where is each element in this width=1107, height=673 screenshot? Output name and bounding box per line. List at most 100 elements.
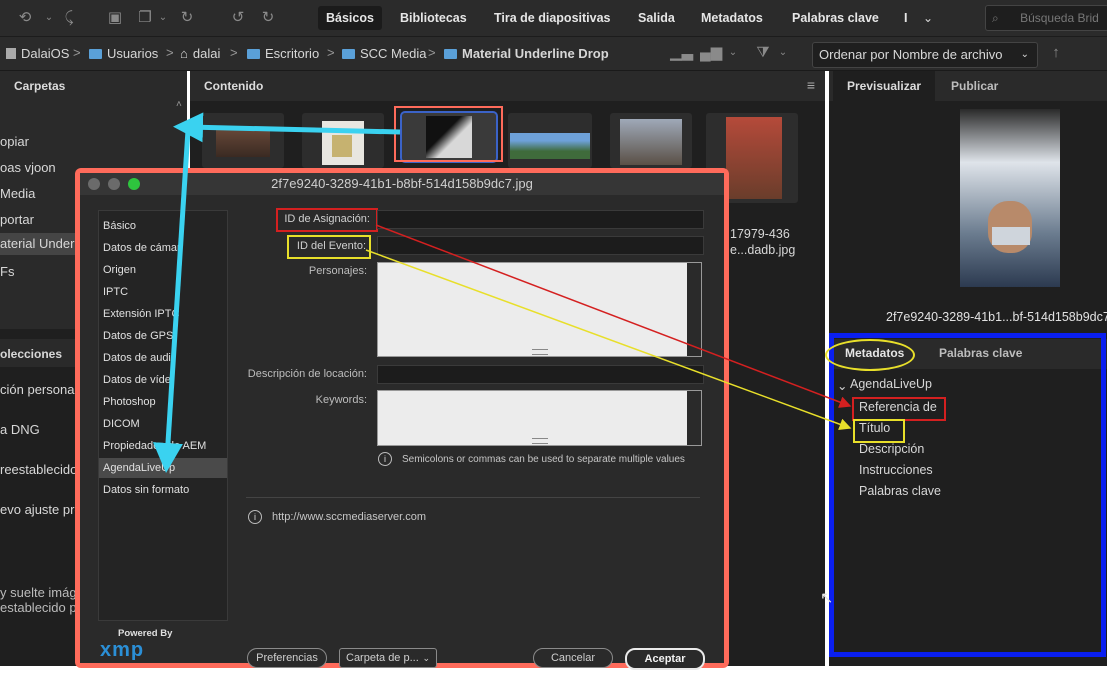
tab-contenido[interactable]: Contenido: [190, 71, 278, 101]
breadcrumb-scc-media[interactable]: SCC Media: [342, 46, 426, 61]
close-window-icon[interactable]: [88, 178, 100, 190]
tab-previsualizar[interactable]: Previsualizar: [833, 71, 936, 101]
cancel-button[interactable]: Cancelar: [533, 648, 613, 668]
zoom-window-icon[interactable]: [128, 178, 140, 190]
rotate-left-icon[interactable]: ↺: [227, 8, 249, 28]
thumbnail[interactable]: [302, 113, 384, 168]
tab-publicar[interactable]: Publicar: [937, 71, 1012, 101]
tab-salida[interactable]: Salida: [630, 6, 683, 30]
workspace-menu-chevron-icon[interactable]: ⌄: [917, 8, 939, 28]
folder-item[interactable]: opiar: [0, 134, 29, 149]
textarea-personajes[interactable]: [377, 262, 702, 357]
return-icon[interactable]: ⤹: [58, 8, 80, 28]
sort-direction-icon[interactable]: ↑: [1045, 43, 1067, 63]
tab-metadatos-panel[interactable]: Metadatos: [845, 346, 904, 360]
metadata-item-palabras-clave[interactable]: Palabras clave: [859, 484, 941, 498]
breadcrumb-root[interactable]: DalaiOS: [6, 46, 69, 61]
nav-item-dicom[interactable]: DICOM: [103, 418, 140, 430]
filter-icon[interactable]: ⧩: [752, 43, 774, 63]
resize-handle-icon[interactable]: [532, 349, 548, 355]
multiple-values-hint: Semicolons or commas can be used to sepa…: [402, 454, 685, 465]
collection-item[interactable]: evo ajuste pre: [0, 502, 82, 517]
metadata-group-agendaliveup[interactable]: AgendaLiveUp: [850, 377, 932, 391]
search-icon: ⌕: [992, 11, 999, 25]
nav-item-audio[interactable]: Datos de audi: [103, 352, 171, 364]
tab-metadatos[interactable]: Metadatos: [693, 6, 771, 30]
folder-item-selected[interactable]: aterial Underlin: [0, 233, 87, 255]
breadcrumb-current[interactable]: Material Underline Drop: [444, 46, 609, 61]
thumbnail[interactable]: [202, 113, 284, 168]
dialog-title: 2f7e9240-3289-41b1-b8bf-514d158b9dc7.jpg: [80, 173, 724, 195]
tab-basicos[interactable]: Básicos: [318, 6, 382, 30]
preferences-button[interactable]: Preferencias: [247, 648, 327, 668]
collection-item[interactable]: a DNG: [0, 422, 40, 437]
input-id-evento[interactable]: [377, 236, 704, 255]
scroll-up-icon[interactable]: ˄: [176, 99, 182, 110]
panel-menu-icon[interactable]: ≡: [807, 77, 815, 93]
breadcrumb-escritorio[interactable]: Escritorio: [247, 46, 319, 61]
folder-select[interactable]: Carpeta de p... ⌄: [339, 648, 437, 668]
group-expand-icon[interactable]: ⌄: [837, 378, 847, 393]
tab-bibliotecas[interactable]: Bibliotecas: [392, 6, 475, 30]
nav-item-basico[interactable]: Básico: [103, 220, 136, 232]
nav-item-datos-camara[interactable]: Datos de cámar: [103, 242, 181, 254]
chevron-down-icon[interactable]: ⌄: [772, 43, 794, 63]
camera-import-icon[interactable]: ▣: [104, 8, 126, 28]
nav-item-aem[interactable]: Propiedades de AEM: [103, 440, 206, 452]
metadata-item-descripcion[interactable]: Descripción: [859, 442, 924, 456]
minimize-window-icon[interactable]: [108, 178, 120, 190]
thumbnail[interactable]: [610, 113, 692, 168]
nav-item-photoshop[interactable]: Photoshop: [103, 396, 156, 408]
search-field[interactable]: ⌕ Búsqueda Brid: [985, 5, 1107, 31]
home-icon: ⌂: [180, 46, 188, 61]
server-url[interactable]: http://www.sccmediaserver.com: [272, 511, 426, 523]
powered-by-label: Powered By: [118, 628, 173, 639]
nav-item-agendaliveup[interactable]: AgendaLiveUp: [99, 458, 227, 478]
textarea-keywords[interactable]: [377, 390, 702, 446]
folder-select-value: Carpeta de p...: [346, 652, 419, 664]
chevron-down-icon[interactable]: ⌄: [722, 43, 744, 63]
chevron-down-icon[interactable]: ⌄: [38, 8, 60, 28]
collections-header[interactable]: olecciones: [0, 347, 62, 361]
metadata-item-instrucciones[interactable]: Instrucciones: [859, 463, 933, 477]
folder-item[interactable]: Media: [0, 186, 35, 201]
metadata-item-referencia[interactable]: Referencia de: [859, 400, 937, 414]
nav-item-gps[interactable]: Datos de GPS: [103, 330, 173, 342]
nav-item-datos-sin-formato[interactable]: Datos sin formato: [103, 484, 189, 496]
breadcrumb-usuarios[interactable]: Usuarios: [89, 46, 158, 61]
tab-overflow[interactable]: I: [896, 6, 915, 30]
chevron-down-icon[interactable]: ⌄: [152, 8, 174, 28]
nav-item-iptc[interactable]: IPTC: [103, 286, 128, 298]
textarea-scrollbar[interactable]: [687, 391, 701, 445]
breadcrumb-dalai[interactable]: ⌂ dalai: [180, 46, 220, 61]
tab-tira-diapositivas[interactable]: Tira de diapositivas: [486, 6, 618, 30]
collection-item[interactable]: ción personaliz: [0, 382, 87, 397]
nav-item-extension-iptc[interactable]: Extensión IPTC: [103, 308, 179, 320]
folder-item[interactable]: Fs: [0, 264, 14, 279]
resize-handle-icon[interactable]: [532, 438, 548, 444]
rating-filter-icon[interactable]: ▄▆: [700, 43, 722, 63]
label-id-evento: ID del Evento:: [296, 240, 366, 252]
input-id-asignacion[interactable]: [377, 210, 704, 229]
sort-select[interactable]: Ordenar por Nombre de archivo ⌄: [812, 42, 1038, 68]
collection-item[interactable]: reestablecido: [0, 462, 77, 477]
folder-item[interactable]: portar: [0, 212, 34, 227]
rotate-right-icon[interactable]: ↻: [257, 8, 279, 28]
tab-palabras-clave-panel[interactable]: Palabras clave: [939, 346, 1022, 360]
folder-item[interactable]: oas vjoon: [0, 160, 56, 175]
label-keywords: Keywords:: [315, 394, 367, 406]
tab-palabras-clave[interactable]: Palabras clave: [784, 6, 887, 30]
accept-button[interactable]: Aceptar: [625, 648, 705, 670]
tab-carpetas[interactable]: Carpetas: [0, 71, 80, 101]
history-icon[interactable]: ⟲: [14, 8, 36, 28]
quality-icon[interactable]: ▁▃: [670, 43, 693, 63]
nav-item-origen[interactable]: Origen: [103, 264, 136, 276]
sync-icon[interactable]: ↻: [176, 8, 198, 28]
thumbnail[interactable]: [508, 113, 592, 168]
input-descripcion-locacion[interactable]: [377, 365, 704, 384]
textarea-scrollbar[interactable]: [687, 263, 701, 356]
nav-item-video[interactable]: Datos de víde: [103, 374, 171, 386]
metadata-item-titulo[interactable]: Título: [859, 421, 890, 435]
sort-select-value: Ordenar por Nombre de archivo: [819, 47, 1003, 62]
folder-icon: [89, 49, 102, 59]
